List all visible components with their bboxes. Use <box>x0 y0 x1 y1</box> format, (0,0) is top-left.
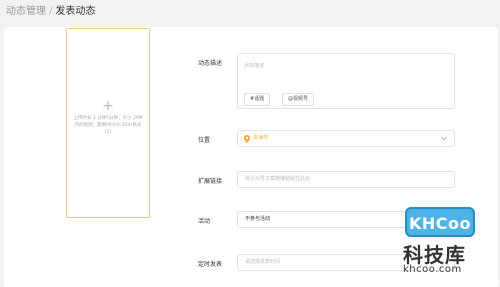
location-value: 青海市 <box>253 135 269 141</box>
chevron-down-icon <box>441 136 447 141</box>
topic-chip-button[interactable]: #话题 <box>244 93 271 106</box>
ext-link-label: 扩展链接 <box>198 178 223 185</box>
watermark: KHCoo 科技库 khcoo.com <box>395 205 500 278</box>
activity-value: 不参与活动 <box>245 216 271 222</box>
schedule-placeholder: 请选择发表时间 <box>245 259 281 265</box>
activity-label: 活动 <box>198 218 211 225</box>
ext-link-input[interactable]: 将公众号文章链接粘贴在此处 <box>237 171 455 188</box>
description-placeholder: 添加描述 <box>244 63 265 69</box>
watermark-domain: khcoo.com <box>403 264 462 275</box>
ext-link-placeholder: 将公众号文章链接粘贴在此处 <box>245 176 311 182</box>
description-label: 动态描述 <box>198 60 223 67</box>
description-textarea[interactable]: 添加描述 #话题 @视频号 <box>237 53 455 109</box>
plus-icon: + <box>102 98 114 114</box>
watermark-logo: KHCoo <box>405 207 475 237</box>
location-pin-icon <box>244 135 250 143</box>
location-label: 位置 <box>198 137 211 144</box>
breadcrumb-current: 发表动态 <box>55 6 96 17</box>
location-select[interactable]: 青海市 <box>237 130 455 147</box>
upload-hint: 上传时长 1 分钟5分钟，大小 20M 内的视频，需要MP4(H.264)格式(… <box>73 116 143 135</box>
video-upload-area[interactable]: + 上传时长 1 分钟5分钟，大小 20M 内的视频，需要MP4(H.264)格… <box>66 28 150 218</box>
breadcrumb-separator: / <box>49 6 53 17</box>
breadcrumb: 动态管理 / 发表动态 <box>6 5 95 19</box>
breadcrumb-parent[interactable]: 动态管理 <box>6 6 46 17</box>
schedule-label: 定时发表 <box>198 261 223 268</box>
mention-chip-button[interactable]: @视频号 <box>282 93 315 106</box>
